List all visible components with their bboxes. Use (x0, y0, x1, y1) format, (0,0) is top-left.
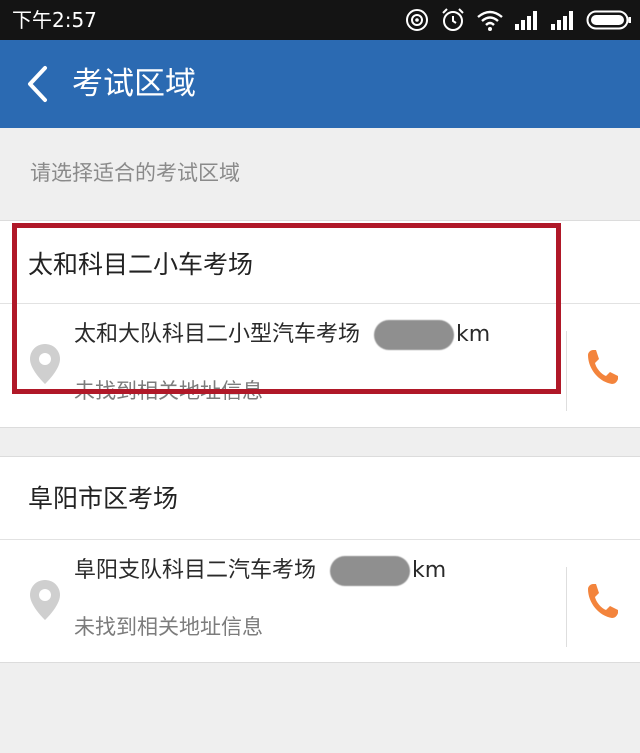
region-card: 阜阳市区考场 阜阳支队科目二汽车考场 km 未找到相关地址信息 (0, 456, 640, 663)
distance-redacted (374, 320, 455, 350)
vertical-divider (566, 331, 567, 411)
place-item[interactable]: 阜阳支队科目二汽车考场 km (74, 555, 446, 587)
chevron-left-icon (28, 66, 47, 102)
place-item[interactable]: 太和大队科目二小型汽车考场 km (74, 319, 490, 351)
place-name: 太和大队科目二小型汽车考场 (74, 322, 361, 347)
region-card: 太和科目二小车考场 太和大队科目二小型汽车考场 km 未找到相关地址信息 (0, 220, 640, 428)
divider (0, 303, 640, 304)
location-pin-icon (30, 344, 60, 384)
app-bar: 考试区域 (0, 40, 640, 128)
back-button[interactable] (14, 60, 60, 108)
hotspot-icon (406, 9, 428, 31)
phone-icon[interactable] (584, 581, 620, 621)
phone-icon[interactable] (584, 347, 620, 387)
wifi-icon (477, 10, 503, 31)
signal-icon-2 (551, 11, 573, 30)
divider (0, 539, 640, 540)
status-time: 下午2:57 (12, 8, 97, 32)
alarm-icon (442, 8, 464, 31)
place-name: 阜阳支队科目二汽车考场 (74, 558, 317, 583)
battery-icon (586, 10, 631, 30)
vertical-divider (566, 567, 567, 647)
distance-unit: km (412, 558, 447, 583)
status-bar: 下午2:57 (0, 0, 640, 40)
hint-text: 请选择适合的考试区域 (30, 161, 240, 185)
distance-redacted (330, 556, 411, 586)
signal-icon (515, 11, 537, 30)
address-text: 未找到相关地址信息 (74, 615, 263, 639)
status-icons (404, 6, 632, 34)
region-title: 太和科目二小车考场 (28, 250, 254, 279)
region-title: 阜阳市区考场 (28, 484, 179, 513)
page-title: 考试区域 (72, 66, 196, 102)
location-pin-icon (30, 580, 60, 620)
address-text: 未找到相关地址信息 (74, 379, 263, 403)
distance-unit: km (456, 322, 491, 347)
